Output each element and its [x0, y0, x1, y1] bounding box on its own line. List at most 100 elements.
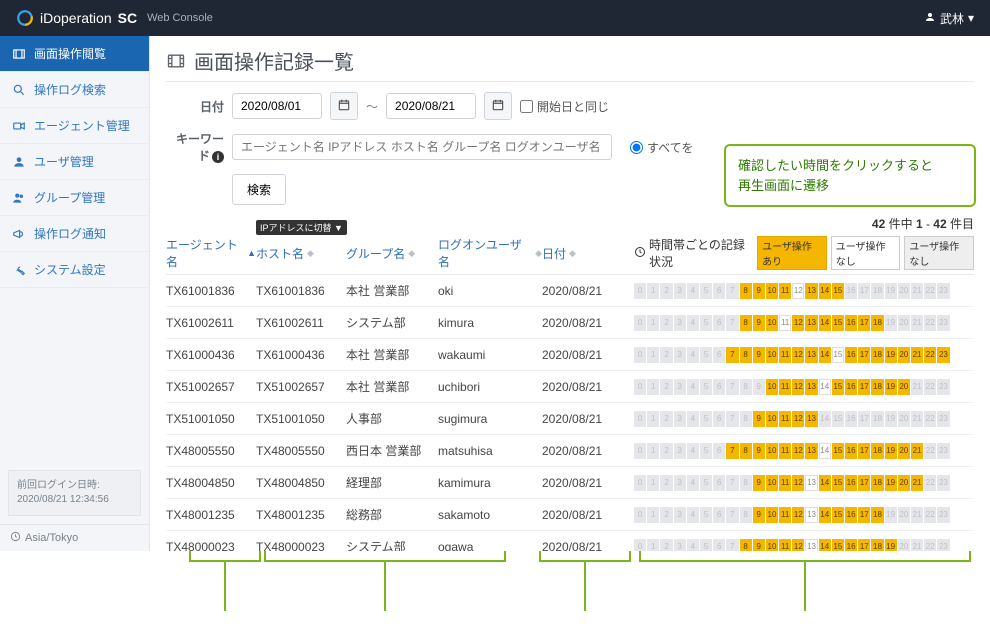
- table-row[interactable]: TX48001235TX48001235総務部sakamoto2020/08/2…: [166, 499, 974, 531]
- hour-20[interactable]: 20: [898, 379, 910, 395]
- hour-17[interactable]: 17: [858, 443, 870, 459]
- hour-11[interactable]: 11: [779, 475, 791, 491]
- hour-19[interactable]: 19: [885, 379, 897, 395]
- table-row[interactable]: TX48000023TX48000023システム部ogawa2020/08/21…: [166, 531, 974, 551]
- table-row[interactable]: TX48004850TX48004850経理部kamimura2020/08/2…: [166, 467, 974, 499]
- hour-14[interactable]: 14: [819, 347, 831, 363]
- hour-10[interactable]: 10: [766, 347, 778, 363]
- hour-11[interactable]: 11: [779, 283, 791, 299]
- hour-12[interactable]: 12: [792, 283, 804, 299]
- hour-18[interactable]: 18: [871, 347, 883, 363]
- hour-17[interactable]: 17: [858, 315, 870, 331]
- hour-11[interactable]: 11: [779, 507, 791, 523]
- hour-10[interactable]: 10: [766, 315, 778, 331]
- hour-15[interactable]: 15: [832, 283, 844, 299]
- sidebar-item-3[interactable]: ユーザ管理: [0, 144, 149, 180]
- hour-13[interactable]: 13: [805, 315, 817, 331]
- hour-13[interactable]: 13: [805, 283, 817, 299]
- hour-15[interactable]: 15: [832, 315, 844, 331]
- info-icon[interactable]: i: [212, 151, 224, 163]
- table-row[interactable]: TX48005550TX48005550西日本 営業部matsuhisa2020…: [166, 435, 974, 467]
- hour-9[interactable]: 9: [753, 539, 765, 552]
- hour-21[interactable]: 21: [911, 347, 923, 363]
- hour-12[interactable]: 12: [792, 347, 804, 363]
- hour-15[interactable]: 15: [832, 475, 844, 491]
- hour-18[interactable]: 18: [871, 539, 883, 552]
- hour-15[interactable]: 15: [832, 443, 844, 459]
- hour-17[interactable]: 17: [858, 507, 870, 523]
- user-menu[interactable]: 武林 ▾: [924, 10, 974, 27]
- hour-19[interactable]: 19: [885, 347, 897, 363]
- sidebar-item-0[interactable]: 画面操作閲覧: [0, 36, 149, 72]
- hour-19[interactable]: 19: [885, 475, 897, 491]
- hour-10[interactable]: 10: [766, 507, 778, 523]
- hour-18[interactable]: 18: [871, 443, 883, 459]
- hour-11[interactable]: 11: [779, 443, 791, 459]
- hour-16[interactable]: 16: [845, 315, 857, 331]
- hour-9[interactable]: 9: [753, 283, 765, 299]
- sidebar-item-5[interactable]: 操作ログ通知: [0, 216, 149, 252]
- hour-14[interactable]: 14: [819, 283, 831, 299]
- hour-17[interactable]: 17: [858, 539, 870, 552]
- th-date[interactable]: 日付◆: [542, 236, 634, 270]
- hour-14[interactable]: 14: [819, 443, 831, 459]
- hour-15[interactable]: 15: [832, 507, 844, 523]
- hour-13[interactable]: 13: [805, 379, 817, 395]
- hour-11[interactable]: 11: [779, 379, 791, 395]
- hour-16[interactable]: 16: [845, 507, 857, 523]
- hour-10[interactable]: 10: [766, 475, 778, 491]
- hour-16[interactable]: 16: [845, 347, 857, 363]
- hour-9[interactable]: 9: [753, 507, 765, 523]
- sidebar-item-2[interactable]: エージェント管理: [0, 108, 149, 144]
- hour-10[interactable]: 10: [766, 411, 778, 427]
- hour-9[interactable]: 9: [753, 315, 765, 331]
- match-all-radio-wrap[interactable]: すべてを: [630, 139, 693, 156]
- same-as-start-checkbox[interactable]: [520, 100, 533, 113]
- hour-14[interactable]: 14: [819, 539, 831, 552]
- hour-12[interactable]: 12: [792, 411, 804, 427]
- hour-19[interactable]: 19: [885, 539, 897, 552]
- hour-18[interactable]: 18: [871, 379, 883, 395]
- th-agent[interactable]: エージェント名▲: [166, 236, 256, 270]
- date-to-calendar-button[interactable]: [484, 92, 512, 120]
- hour-21[interactable]: 21: [911, 475, 923, 491]
- hour-11[interactable]: 11: [779, 411, 791, 427]
- hour-18[interactable]: 18: [871, 315, 883, 331]
- date-from-input[interactable]: [232, 93, 322, 119]
- match-all-radio[interactable]: [630, 141, 643, 154]
- hour-16[interactable]: 16: [845, 443, 857, 459]
- hour-13[interactable]: 13: [805, 347, 817, 363]
- table-row[interactable]: TX51001050TX51001050人事部sugimura2020/08/2…: [166, 403, 974, 435]
- same-as-start-checkbox-wrap[interactable]: 開始日と同じ: [520, 98, 609, 115]
- hour-20[interactable]: 20: [898, 347, 910, 363]
- table-row[interactable]: TX61002611TX61002611システム部kimura2020/08/2…: [166, 307, 974, 339]
- hour-7[interactable]: 7: [726, 443, 738, 459]
- hour-18[interactable]: 18: [871, 507, 883, 523]
- hour-8[interactable]: 8: [740, 539, 752, 552]
- hour-14[interactable]: 14: [819, 315, 831, 331]
- keyword-input[interactable]: [232, 134, 612, 160]
- hour-13[interactable]: 13: [805, 507, 817, 523]
- hour-17[interactable]: 17: [858, 475, 870, 491]
- th-group[interactable]: グループ名◆: [346, 236, 438, 270]
- hour-23[interactable]: 23: [937, 347, 949, 363]
- hour-8[interactable]: 8: [740, 315, 752, 331]
- hour-22[interactable]: 22: [924, 347, 936, 363]
- hour-7[interactable]: 7: [726, 347, 738, 363]
- hour-16[interactable]: 16: [845, 379, 857, 395]
- hour-13[interactable]: 13: [805, 411, 817, 427]
- hour-10[interactable]: 10: [766, 283, 778, 299]
- hour-13[interactable]: 13: [805, 443, 817, 459]
- hour-12[interactable]: 12: [792, 315, 804, 331]
- th-host[interactable]: IPアドレスに切替 ▼ ホスト名◆: [256, 236, 346, 270]
- hour-8[interactable]: 8: [740, 347, 752, 363]
- hour-14[interactable]: 14: [819, 475, 831, 491]
- hour-10[interactable]: 10: [766, 379, 778, 395]
- hour-9[interactable]: 9: [753, 443, 765, 459]
- hour-15[interactable]: 15: [832, 379, 844, 395]
- th-user[interactable]: ログオンユーザ名◆: [438, 236, 542, 270]
- table-row[interactable]: TX61001836TX61001836本社 営業部oki2020/08/210…: [166, 275, 974, 307]
- sidebar-item-6[interactable]: システム設定: [0, 252, 149, 288]
- hour-13[interactable]: 13: [805, 475, 817, 491]
- hour-12[interactable]: 12: [792, 379, 804, 395]
